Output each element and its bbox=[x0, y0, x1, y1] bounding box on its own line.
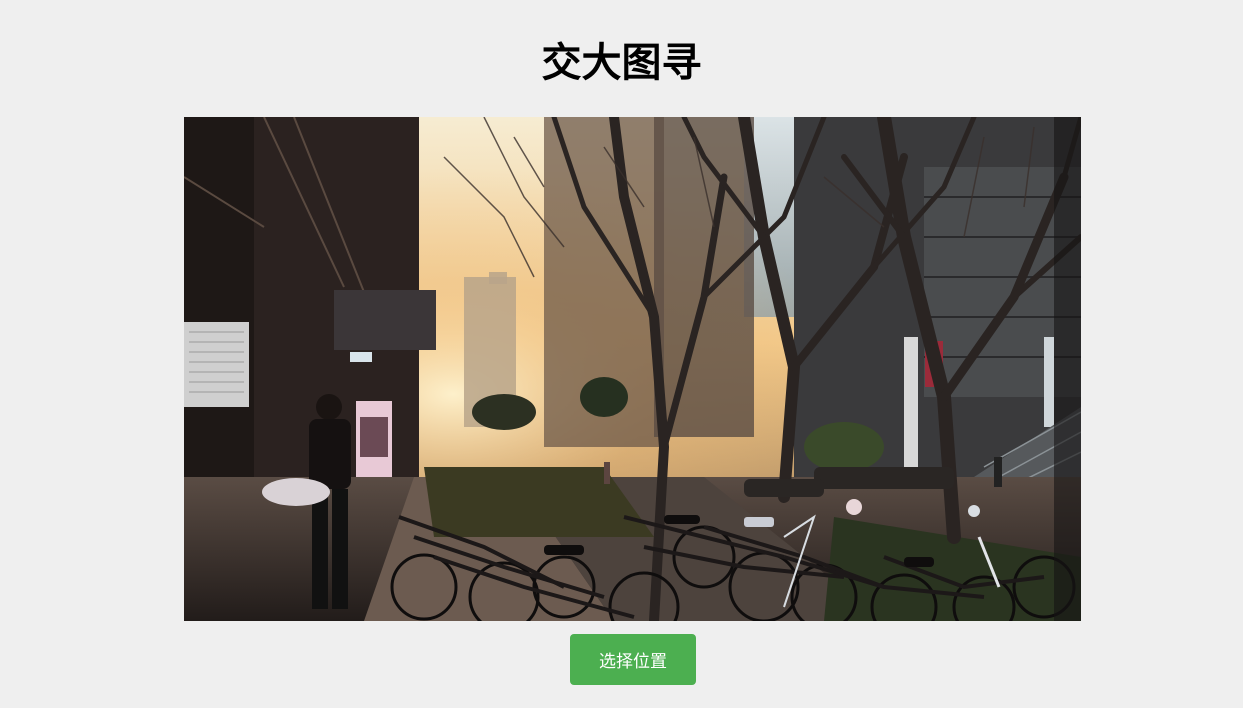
street-photo bbox=[184, 117, 1081, 621]
select-location-button[interactable]: 选择位置 bbox=[570, 634, 696, 685]
app-root: 交大图寻 选择位置 bbox=[0, 0, 1243, 708]
page-title: 交大图寻 bbox=[541, 40, 702, 86]
street-scene-image bbox=[184, 117, 1081, 621]
